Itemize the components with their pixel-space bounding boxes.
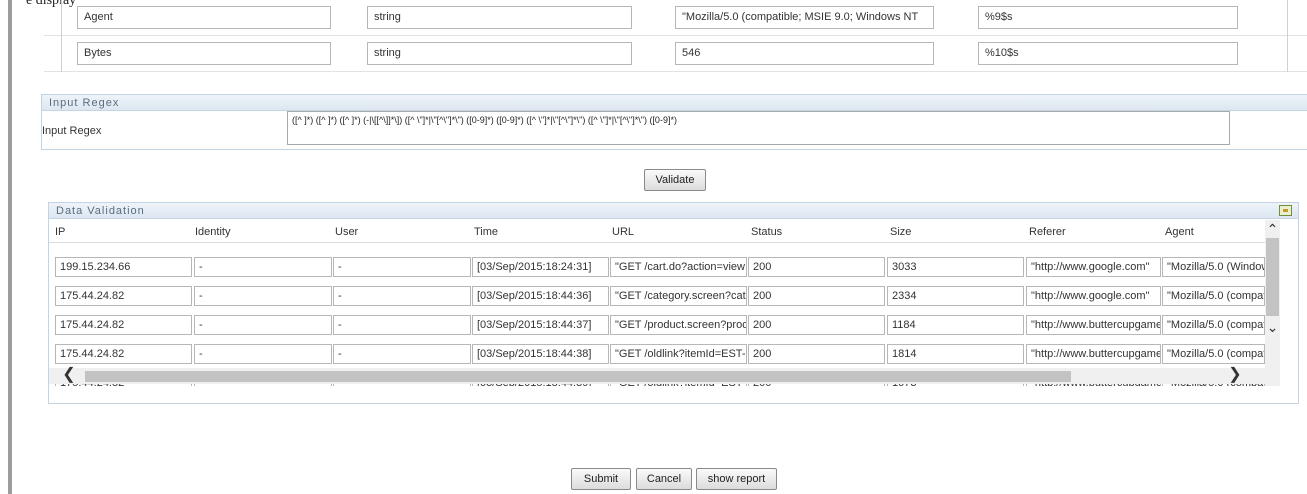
cell-size[interactable]: 2334: [887, 286, 1024, 306]
input-regex-header: Input Regex: [42, 95, 1307, 111]
export-icon[interactable]: [1279, 205, 1292, 216]
col-header-agent: Agent: [1165, 226, 1194, 238]
chevron-up-icon[interactable]: ⌃: [1265, 220, 1280, 238]
cell-url[interactable]: "GET /cart.do?action=view: [610, 257, 747, 277]
chevron-left-icon[interactable]: ❮: [55, 367, 83, 384]
show-report-button[interactable]: show report: [696, 468, 777, 490]
cell-user[interactable]: -: [333, 286, 471, 306]
col-header-size: Size: [890, 226, 912, 238]
cell-agent[interactable]: "Mozilla/5.0 (compatible: [1162, 344, 1265, 364]
col-header-url: URL: [612, 226, 635, 238]
cell-ip[interactable]: 175.44.24.82: [55, 344, 192, 364]
cancel-button[interactable]: Cancel: [636, 468, 692, 490]
cell-identity[interactable]: -: [194, 257, 332, 277]
field-sample-input[interactable]: 546: [675, 42, 934, 65]
col-header-time: Time: [474, 226, 499, 238]
field-type-input[interactable]: string: [367, 42, 632, 65]
cell-agent[interactable]: "Mozilla/5.0 (compatible: [1162, 286, 1265, 306]
cell-url[interactable]: "GET /oldlink?itemId=EST-1: [610, 344, 747, 364]
left-border: [8, 0, 12, 494]
cell-status[interactable]: 200: [748, 315, 885, 335]
cell-user[interactable]: -: [333, 257, 471, 277]
vertical-scrollbar[interactable]: ⌃ ⌄: [1265, 220, 1280, 386]
chevron-down-icon[interactable]: ⌄: [1265, 318, 1280, 336]
field-format-input[interactable]: %9$s: [978, 6, 1238, 29]
cell-size[interactable]: 1814: [887, 344, 1024, 364]
submit-button[interactable]: Submit: [571, 468, 631, 490]
col-header-ip: IP: [55, 226, 66, 238]
cell-referer[interactable]: "http://www.google.com": [1026, 257, 1161, 277]
cell-identity[interactable]: -: [194, 315, 332, 335]
col-header-status: Status: [751, 226, 783, 238]
cell-referer[interactable]: "http://www.google.com": [1026, 286, 1161, 306]
field-type-input[interactable]: string: [367, 6, 632, 29]
field-row-agent: Agent string "Mozilla/5.0 (compatible; M…: [44, 0, 1307, 36]
cell-time[interactable]: [03/Sep/2015:18:44:38]: [472, 344, 609, 364]
input-regex-panel: Input Regex Input Regex ([^ ]*) ([^ ]*) …: [41, 94, 1307, 150]
horizontal-scroll-thumb[interactable]: [85, 371, 1071, 382]
horizontal-scrollbar[interactable]: ❮ ❯: [49, 367, 1265, 384]
field-row-bytes: Bytes string 546 %10$s: [44, 36, 1307, 72]
input-regex-label: Input Regex: [42, 125, 102, 137]
cell-status[interactable]: 200: [748, 286, 885, 306]
field-name-input[interactable]: Agent: [77, 6, 331, 29]
cell-agent[interactable]: "Mozilla/5.0 (Windows: [1162, 257, 1265, 277]
cell-referer[interactable]: "http://www.buttercupgames: [1026, 315, 1161, 335]
col-header-user: User: [335, 226, 359, 238]
col-header-referer: Referer: [1029, 226, 1066, 238]
field-sample-input[interactable]: "Mozilla/5.0 (compatible; MSIE 9.0; Wind…: [675, 6, 934, 29]
cell-ip[interactable]: 175.44.24.82: [55, 315, 192, 335]
input-regex-field[interactable]: ([^ ]*) ([^ ]*) ([^ ]*) (-|\[[^\]]*\]) (…: [287, 111, 1230, 145]
cell-user[interactable]: -: [333, 344, 471, 364]
cell-status[interactable]: 200: [748, 257, 885, 277]
cell-size[interactable]: 1184: [887, 315, 1024, 335]
cell-time[interactable]: [03/Sep/2015:18:24:31]: [472, 257, 609, 277]
cell-ip[interactable]: 199.15.234.66: [55, 257, 192, 277]
field-format-input[interactable]: %10$s: [978, 42, 1238, 65]
cell-status[interactable]: 200: [748, 344, 885, 364]
cell-time[interactable]: [03/Sep/2015:18:44:37]: [472, 315, 609, 335]
data-validation-header: Data Validation: [49, 203, 1298, 219]
cell-url[interactable]: "GET /category.screen?category: [610, 286, 747, 306]
vertical-scroll-thumb[interactable]: [1266, 238, 1279, 316]
cell-identity[interactable]: -: [194, 344, 332, 364]
col-header-identity: Identity: [195, 226, 231, 238]
cell-size[interactable]: 3033: [887, 257, 1024, 277]
field-name-input[interactable]: Bytes: [77, 42, 331, 65]
cell-url[interactable]: "GET /product.screen?product: [610, 315, 747, 335]
cell-user[interactable]: -: [333, 315, 471, 335]
cell-time[interactable]: [03/Sep/2015:18:44:36]: [472, 286, 609, 306]
cell-identity[interactable]: -: [194, 286, 332, 306]
data-validation-grid: IP Identity User Time URL Status Size Re…: [49, 220, 1265, 386]
cell-ip[interactable]: 175.44.24.82: [55, 286, 192, 306]
cell-referer[interactable]: "http://www.buttercupgames: [1026, 344, 1161, 364]
data-validation-panel: Data Validation IP Identity User Time UR…: [48, 202, 1299, 404]
chevron-right-icon[interactable]: ❯: [1221, 367, 1249, 384]
cell-agent[interactable]: "Mozilla/5.0 (compatible: [1162, 315, 1265, 335]
validate-button[interactable]: Validate: [644, 169, 706, 191]
